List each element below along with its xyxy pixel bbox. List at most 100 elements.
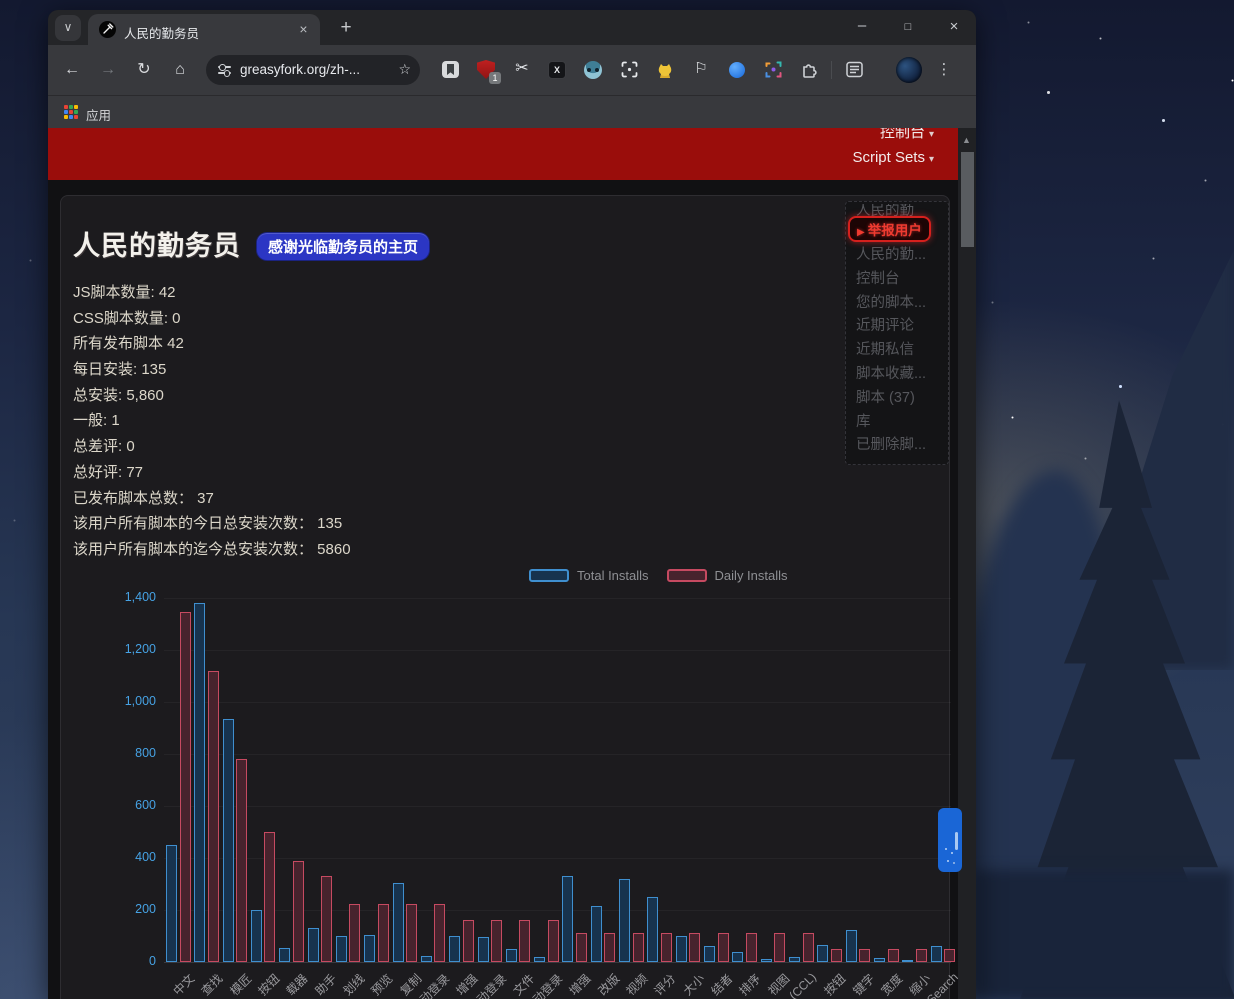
- window-minimize-button[interactable]: –: [847, 14, 877, 41]
- chevron-down-icon: ▾: [929, 154, 934, 165]
- chevron-down-icon: ▾: [929, 129, 934, 140]
- reload-icon[interactable]: ↻: [132, 58, 156, 82]
- bar-total-installs: [902, 960, 913, 962]
- toolbar-separator: [831, 61, 832, 79]
- home-icon[interactable]: ⌂: [168, 58, 192, 82]
- x-axis-category-label: 评分: [650, 970, 679, 999]
- report-arrow-icon: ▶: [857, 227, 865, 238]
- browser-toolbar: ← → ↻ ⌂ greasyfork.org/zh-... ☆ 1 ✂ X: [48, 45, 976, 95]
- stat-line: CSS脚本数量: 0: [73, 306, 351, 332]
- x-axis-category-label: 结者: [707, 970, 736, 999]
- site-nav-bar: 控制台▾ Script Sets▾: [48, 128, 958, 180]
- welcome-badge: 感谢光临勤务员的主页: [257, 233, 429, 260]
- window-close-button[interactable]: ×: [939, 14, 969, 41]
- float-button-dots: [945, 848, 947, 850]
- bar-total-installs: [619, 879, 630, 962]
- bar-daily-installs: [180, 612, 191, 962]
- bookmark-star-icon[interactable]: ☆: [398, 61, 411, 78]
- bar-daily-installs: [718, 933, 729, 962]
- back-icon[interactable]: ←: [60, 58, 84, 82]
- url-text: greasyfork.org/zh-...: [240, 62, 360, 77]
- ublock-badge: 1: [489, 72, 501, 84]
- bar-daily-installs: [831, 949, 842, 962]
- gridline: [164, 702, 951, 703]
- side-menu-item[interactable]: 人民的勤...: [856, 244, 942, 268]
- y-axis-tick-label: 600: [61, 798, 156, 812]
- tab-strip: ∨ 人民的勤务员 × + – □ ×: [48, 10, 976, 45]
- x-axis-category-label: 视频: [622, 970, 651, 999]
- scrollbar-thumb[interactable]: [961, 152, 974, 247]
- blue-dot-extension-icon[interactable]: [725, 58, 749, 82]
- y-axis-tick-label: 200: [61, 902, 156, 916]
- new-tab-button[interactable]: +: [334, 16, 358, 40]
- bar-total-installs: [931, 946, 942, 962]
- x-axis-category-label: 查找: [197, 970, 226, 999]
- side-menu-item[interactable]: 控制台: [856, 268, 942, 292]
- url-bar[interactable]: greasyfork.org/zh-... ☆: [206, 55, 420, 85]
- profile-side-menu: 人民的勤 ▶举报用户 人民的勤...控制台您的脚本...近期评论近期私信脚本收藏…: [845, 201, 949, 465]
- side-menu-item[interactable]: 脚本 (37): [856, 387, 942, 411]
- goggles-avatar-extension-icon[interactable]: [581, 58, 605, 82]
- browser-menu-icon[interactable]: ⋮: [934, 59, 954, 81]
- side-menu-list: 人民的勤...控制台您的脚本...近期评论近期私信脚本收藏...脚本 (37)库…: [856, 244, 942, 458]
- side-menu-item[interactable]: 近期评论: [856, 315, 942, 339]
- x-axis-category-label: 宽度: [877, 970, 906, 999]
- x-axis-category-label: 大小: [679, 970, 708, 999]
- tab-search-button[interactable]: ∨: [55, 15, 81, 41]
- bar-daily-installs: [378, 904, 389, 963]
- screenshot-focus-extension-icon[interactable]: [617, 58, 641, 82]
- side-menu-clipped-item[interactable]: 人民的勤: [856, 204, 942, 216]
- cat-catch-extension-icon[interactable]: [653, 58, 677, 82]
- side-menu-item[interactable]: 库: [856, 411, 942, 435]
- bar-daily-installs: [888, 949, 899, 962]
- report-user-button[interactable]: ▶举报用户: [848, 216, 931, 242]
- bar-daily-installs: [746, 933, 757, 962]
- bar-daily-installs: [321, 876, 332, 962]
- nav-script-sets-link[interactable]: Script Sets▾: [852, 149, 934, 166]
- side-menu-item[interactable]: 已删除脚...: [856, 434, 942, 458]
- browser-tab[interactable]: 人民的勤务员 ×: [88, 14, 320, 45]
- reading-list-panel-icon[interactable]: [842, 58, 866, 82]
- side-menu-item[interactable]: 脚本收藏...: [856, 363, 942, 387]
- tab-close-icon[interactable]: ×: [295, 21, 312, 38]
- bar-total-installs: [647, 897, 658, 962]
- side-menu-item[interactable]: 您的脚本...: [856, 292, 942, 316]
- x-axis-category-label: (CCL): [786, 970, 819, 999]
- x-extension-icon[interactable]: X: [545, 58, 569, 82]
- x-axis-category-label: 按钮: [820, 970, 849, 999]
- x-axis-category-label: 预览: [367, 970, 396, 999]
- bookmark-flag-extension-icon[interactable]: ⚐: [689, 58, 713, 82]
- reading-list-extension-icon[interactable]: [438, 58, 462, 82]
- forward-icon[interactable]: →: [96, 58, 120, 82]
- bar-daily-installs: [349, 904, 360, 963]
- nav-console-link[interactable]: 控制台▾: [880, 128, 934, 142]
- gridline: [164, 650, 951, 651]
- profile-avatar[interactable]: [896, 57, 922, 83]
- x-axis-category-label: 按钮: [254, 970, 283, 999]
- floating-script-button[interactable]: [938, 808, 962, 872]
- apps-bookmark-label[interactable]: 应用: [86, 105, 111, 124]
- bar-total-installs: [874, 958, 885, 962]
- bar-total-installs: [506, 949, 517, 962]
- x-axis-category-label: 键字: [849, 970, 878, 999]
- page-viewport: 控制台▾ Script Sets▾ 人民的勤务员 感谢光临勤务员的主页 JS脚本…: [48, 128, 976, 999]
- y-axis-tick-label: 800: [61, 746, 156, 760]
- y-axis-tick-label: 400: [61, 850, 156, 864]
- window-maximize-button[interactable]: □: [893, 14, 923, 41]
- apps-grid-icon[interactable]: [64, 105, 78, 119]
- page-title: 人民的勤务员: [73, 224, 241, 263]
- ublock-origin-icon[interactable]: 1: [474, 58, 498, 82]
- stat-line: 总安装: 5,860: [73, 383, 351, 409]
- scrollbar-up-icon[interactable]: ▲: [962, 135, 971, 145]
- bar-daily-installs: [519, 920, 530, 962]
- legend-daily-installs-swatch: [667, 569, 707, 582]
- side-menu-item[interactable]: 近期私信: [856, 339, 942, 363]
- extensions-puzzle-icon[interactable]: [797, 58, 821, 82]
- bar-daily-installs: [576, 933, 587, 962]
- scissors-extension-icon[interactable]: ✂: [510, 58, 534, 82]
- color-picker-focus-extension-icon[interactable]: [761, 58, 785, 82]
- bar-total-installs: [789, 957, 800, 962]
- bar-total-installs: [364, 935, 375, 962]
- stat-line: 该用户所有脚本的迄今总安装次数： 5860: [73, 537, 351, 563]
- site-settings-icon[interactable]: [218, 64, 231, 76]
